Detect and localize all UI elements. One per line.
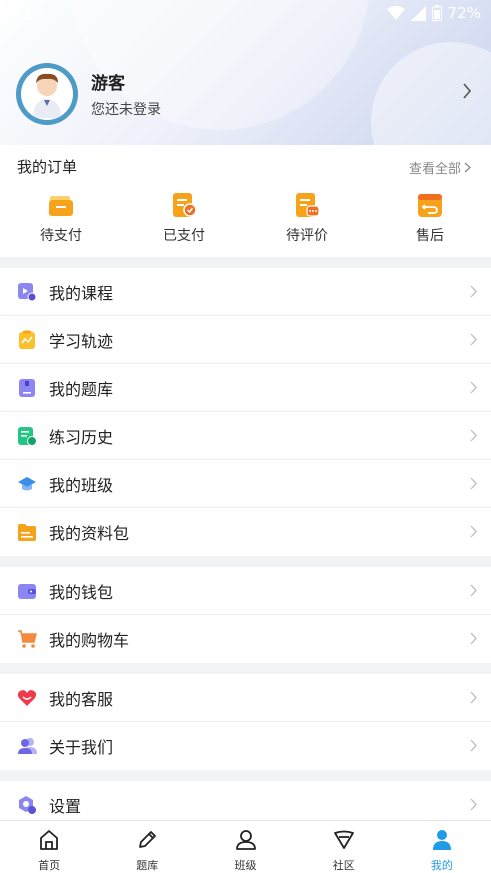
wifi-icon [386, 6, 405, 20]
status-time: 6:15 [9, 5, 43, 23]
heart-icon [17, 689, 37, 706]
menu-my-class[interactable]: 我的班级 [0, 460, 491, 508]
status-bar: 6:15 72% [0, 0, 491, 28]
user-avatar-icon [33, 73, 61, 118]
chevron-right-icon [470, 691, 477, 704]
chevron-right-icon [470, 285, 477, 298]
tab-community[interactable]: 社区 [295, 821, 393, 873]
tab-class[interactable]: 班级 [196, 821, 294, 873]
cart-icon [18, 630, 37, 648]
menu-group-support: 我的客服 关于我们 [0, 674, 491, 770]
wallet-icon [18, 583, 36, 599]
order-to-review[interactable]: 待评价 [267, 192, 347, 245]
chevron-right-icon [470, 632, 477, 645]
avatar[interactable] [16, 63, 78, 125]
folder-icon [18, 524, 36, 541]
menu-my-wallet[interactable]: 我的钱包 [0, 567, 491, 615]
home-icon [40, 830, 58, 850]
chevron-right-icon [470, 739, 477, 752]
community-icon [333, 830, 354, 849]
class-icon [18, 476, 36, 490]
menu-my-question-bank[interactable]: 我的题库 [0, 364, 491, 412]
battery-icon [431, 5, 442, 21]
chevron-right-icon [470, 798, 477, 811]
tab-home[interactable]: 首页 [0, 821, 98, 873]
battery-level: 72% [447, 4, 481, 22]
course-icon [18, 282, 37, 301]
question-bank-icon [19, 378, 35, 397]
review-icon [296, 193, 320, 217]
orders-title: 我的订单 [17, 158, 78, 176]
chevron-right-icon[interactable] [462, 83, 472, 99]
menu-my-cart[interactable]: 我的购物车 [0, 615, 491, 663]
profile-header: 6:15 72% 游客 您还未登录 [0, 0, 491, 150]
order-after-sale[interactable]: 售后 [390, 192, 470, 245]
track-icon [19, 330, 35, 349]
login-prompt: 您还未登录 [91, 102, 161, 118]
view-all-orders-link[interactable]: 查看全部 [409, 158, 471, 177]
class-people-icon [235, 830, 256, 850]
chevron-right-icon [470, 584, 477, 597]
tab-question-bank[interactable]: 题库 [98, 821, 196, 873]
chevron-right-icon [464, 162, 471, 173]
wallet-icon [49, 196, 73, 216]
chevron-right-icon [470, 381, 477, 394]
person-icon [432, 830, 451, 850]
profile-name: 游客 [91, 74, 125, 94]
history-icon [18, 426, 37, 446]
menu-group-learning: 我的课程 学习轨迹 我的题库 练习历史 我的班级 我的资料包 [0, 268, 491, 556]
users-icon [18, 738, 37, 754]
chevron-right-icon [470, 333, 477, 346]
chevron-right-icon [470, 477, 477, 490]
orders-section: 我的订单 查看全部 待支付 已支付 待评价 售后 [0, 145, 491, 257]
menu-practice-history[interactable]: 练习历史 [0, 412, 491, 460]
menu-group-wallet: 我的钱包 我的购物车 [0, 567, 491, 663]
menu-learning-track[interactable]: 学习轨迹 [0, 316, 491, 364]
tab-mine[interactable]: 我的 [393, 821, 491, 873]
paid-icon [173, 193, 197, 217]
profile-card[interactable]: 游客 您还未登录 [16, 63, 476, 125]
order-paid[interactable]: 已支付 [144, 192, 224, 245]
signal-icon [410, 5, 426, 21]
chevron-right-icon [470, 429, 477, 442]
pen-icon [139, 831, 157, 848]
order-pending-payment[interactable]: 待支付 [21, 192, 101, 245]
after-sale-icon [418, 194, 442, 217]
settings-icon [19, 796, 36, 814]
menu-my-courses[interactable]: 我的课程 [0, 268, 491, 316]
bottom-tab-bar: 首页 题库 班级 社区 我的 [0, 820, 491, 873]
menu-my-materials[interactable]: 我的资料包 [0, 508, 491, 556]
menu-customer-service[interactable]: 我的客服 [0, 674, 491, 722]
chevron-right-icon [470, 525, 477, 538]
menu-about-us[interactable]: 关于我们 [0, 722, 491, 770]
